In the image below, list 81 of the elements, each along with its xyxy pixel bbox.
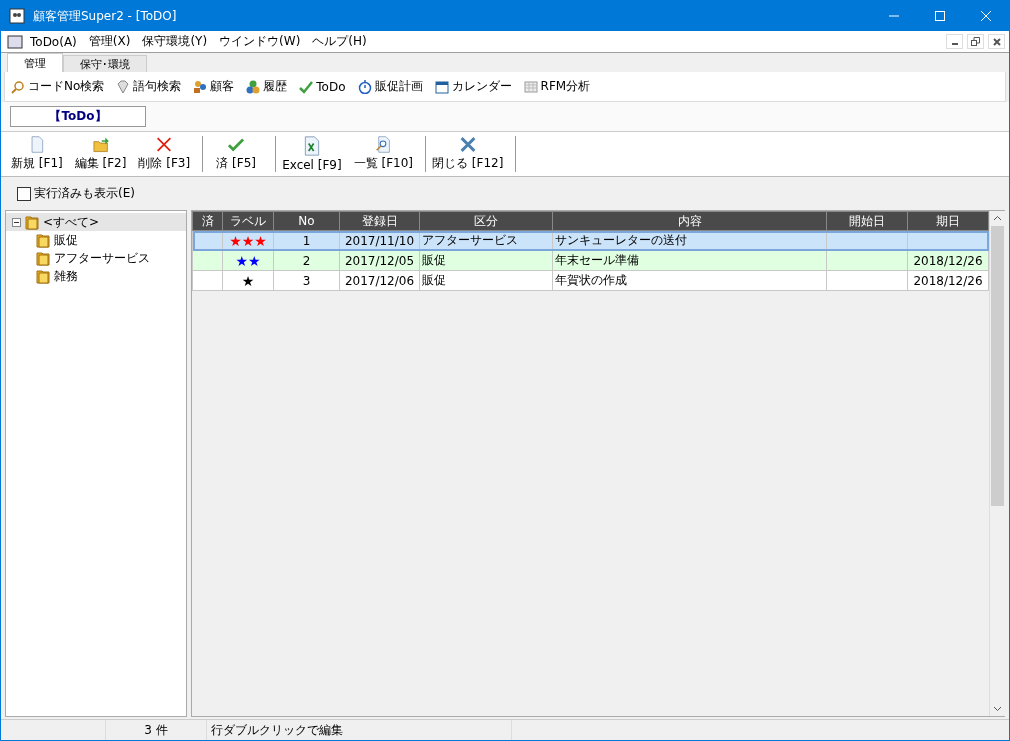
table-cell: 2017/12/06 [339, 270, 420, 291]
toolbar-button[interactable]: 閉じる [F12] [426, 136, 510, 172]
close-button[interactable] [988, 34, 1005, 49]
toolbar-button[interactable]: 語句検索 [116, 78, 182, 95]
grid-icon [523, 79, 538, 94]
menu-item[interactable]: ヘルプ(H) [307, 33, 372, 50]
toolbar-button[interactable]: ToDo [299, 79, 346, 94]
checkmark-icon [299, 79, 314, 94]
menu-item[interactable]: ウインドウ(W) [214, 33, 306, 50]
people-icon [193, 79, 208, 94]
menu-item[interactable]: ToDo(A) [25, 34, 82, 49]
table-cell: 2 [273, 250, 340, 271]
toolbar-button[interactable]: Excel [F9] [276, 136, 348, 172]
toolbar-button[interactable]: 済 [F5] [203, 136, 270, 172]
column-header: 内容 [552, 211, 827, 231]
column-header: ラベル [222, 211, 274, 231]
show-done-checkbox[interactable]: 実行済みも表示(E) [1, 177, 1009, 210]
menu-item[interactable]: 保守環境(Y) [137, 33, 213, 50]
close-icon [981, 11, 991, 21]
app-icon [9, 8, 25, 24]
table-cell: 2018/12/26 [907, 250, 989, 271]
table-row[interactable]: ★★ 2 2017/12/05 販促 年末セール準備 2018/12/26 [192, 250, 989, 271]
toolbar-button[interactable]: カレンダー [434, 78, 512, 95]
table-cell: 販促 [419, 270, 553, 291]
toolbar-button[interactable]: 履歴 [246, 78, 288, 95]
tab[interactable]: 保守･環境 [63, 55, 147, 72]
toolbar-button[interactable]: 一覧 [F10] [347, 136, 420, 172]
folder-icon [36, 232, 50, 248]
tree-item[interactable]: 雑務 [6, 267, 186, 285]
toolbar-button[interactable]: 編集 [F2] [68, 136, 133, 172]
record-count: 3 件 [144, 721, 168, 739]
tree-item[interactable]: アフターサービス [6, 249, 186, 267]
checkbox-label: 実行済みも表示(E) [34, 185, 135, 202]
star-label: ★★ [235, 252, 261, 269]
toolbar-button[interactable]: 顧客 [193, 78, 235, 95]
window-title: 顧客管理Super2 - [ToDO] [33, 7, 178, 25]
gem-icon [116, 79, 131, 94]
maximize-icon [935, 11, 945, 21]
checkbox[interactable] [17, 186, 31, 201]
table-cell: 年賀状の作成 [552, 270, 827, 291]
toolbar-button[interactable]: 削除 [F3] [132, 136, 197, 172]
restore-button[interactable] [967, 34, 984, 49]
tree-item[interactable]: 販促 [6, 231, 186, 249]
table-cell: 販促 [419, 250, 553, 271]
column-header: 済 [192, 211, 223, 231]
folder-icon [25, 214, 39, 230]
toolbar-button[interactable]: 販促計画 [357, 78, 423, 95]
column-header: 開始日 [826, 211, 908, 231]
minimize-button[interactable] [946, 34, 963, 49]
column-header: No [273, 211, 340, 231]
tab[interactable]: 管理 [7, 53, 63, 72]
column-header: 区分 [419, 211, 553, 231]
table-cell: 2018/12/26 [907, 270, 989, 291]
table-cell: 3 [273, 270, 340, 291]
folder-icon [36, 268, 50, 284]
calendar-icon [434, 79, 449, 94]
column-header: 登録日 [339, 211, 420, 231]
star-label: ★★★ [229, 232, 267, 249]
table-cell: サンキューレターの送付 [552, 230, 827, 251]
magnifier-icon [11, 79, 25, 94]
folder-icon [36, 250, 50, 266]
column-header: 期日 [907, 211, 989, 231]
stopwatch-icon [357, 79, 372, 94]
toolbar-button[interactable]: RFM分析 [523, 78, 591, 95]
table-cell: 年末セール準備 [552, 250, 827, 271]
tree-item[interactable]: <すべて> [6, 213, 186, 231]
view-title: 【ToDo】 [10, 106, 146, 127]
restore-icon [971, 37, 980, 46]
toolbar-button[interactable]: コードNo検索 [11, 78, 105, 95]
table-cell: 2017/12/05 [339, 250, 420, 271]
menu-item[interactable]: 管理(X) [83, 33, 136, 50]
collapse-toggle[interactable] [12, 217, 21, 227]
toolbar-button[interactable]: 新規 [F1] [5, 136, 69, 172]
coins-icon [246, 79, 261, 94]
status-hint: 行ダブルクリックで編集 [211, 721, 343, 739]
table-row[interactable]: ★ 3 2017/12/06 販促 年賀状の作成 2018/12/26 [192, 270, 989, 291]
star-label: ★ [241, 272, 255, 289]
scrollbar-thumb[interactable] [991, 226, 1004, 506]
app-icon [7, 34, 23, 49]
close-icon [992, 37, 1001, 46]
table-row[interactable]: ★★★ 1 2017/11/10 アフターサービス サンキューレターの送付 [192, 230, 989, 251]
